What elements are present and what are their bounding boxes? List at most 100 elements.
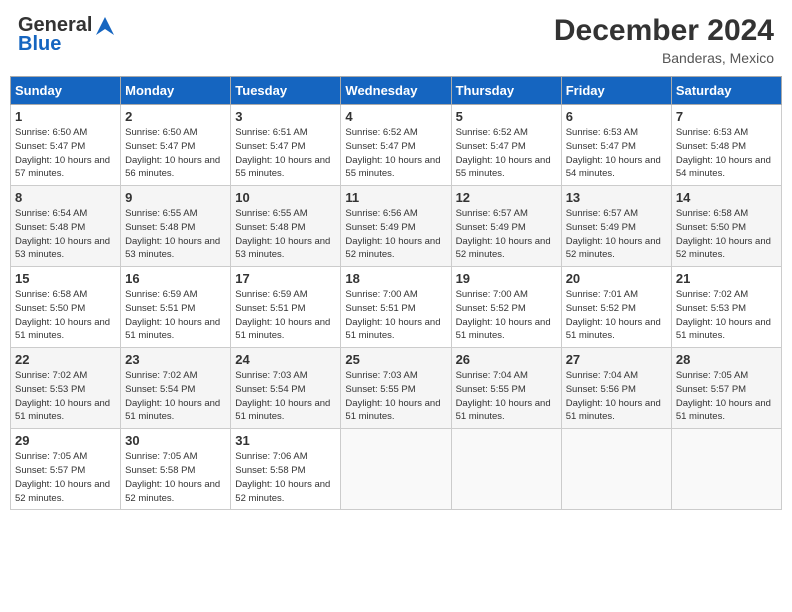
day-info: Sunrise: 6:59 AMSunset: 5:51 PMDaylight:… bbox=[235, 288, 336, 343]
day-number: 15 bbox=[15, 271, 116, 286]
calendar-header-row: Sunday Monday Tuesday Wednesday Thursday… bbox=[11, 77, 782, 105]
day-info: Sunrise: 7:02 AMSunset: 5:54 PMDaylight:… bbox=[125, 369, 226, 424]
calendar-week-row: 1 Sunrise: 6:50 AMSunset: 5:47 PMDaylight… bbox=[11, 105, 782, 186]
calendar-day-cell: 31 Sunrise: 7:06 AMSunset: 5:58 PMDayligh… bbox=[231, 429, 341, 510]
calendar-day-cell: 2 Sunrise: 6:50 AMSunset: 5:47 PMDaylight… bbox=[121, 105, 231, 186]
calendar-day-cell: 25 Sunrise: 7:03 AMSunset: 5:55 PMDayligh… bbox=[341, 348, 451, 429]
calendar-day-cell: 14Sunrise: 6:58 AMSunset: 5:50 PMDayligh… bbox=[671, 186, 781, 267]
logo: General Blue bbox=[18, 14, 116, 56]
day-number: 18 bbox=[345, 271, 446, 286]
col-monday: Monday bbox=[121, 77, 231, 105]
day-info: Sunrise: 7:00 AMSunset: 5:52 PMDaylight:… bbox=[456, 288, 557, 343]
page-header: General Blue December 2024 Banderas, Mex… bbox=[10, 10, 782, 70]
calendar-day-cell: 24 Sunrise: 7:03 AMSunset: 5:54 PMDayligh… bbox=[231, 348, 341, 429]
day-info: Sunrise: 7:04 AMSunset: 5:55 PMDaylight:… bbox=[456, 369, 557, 424]
col-tuesday: Tuesday bbox=[231, 77, 341, 105]
col-sunday: Sunday bbox=[11, 77, 121, 105]
day-info: Sunrise: 7:04 AMSunset: 5:56 PMDaylight:… bbox=[566, 369, 667, 424]
day-number: 19 bbox=[456, 271, 557, 286]
day-number: 28 bbox=[676, 352, 777, 367]
day-number: 8 bbox=[15, 190, 116, 205]
day-number: 27 bbox=[566, 352, 667, 367]
calendar-day-cell: 12Sunrise: 6:57 AMSunset: 5:49 PMDayligh… bbox=[451, 186, 561, 267]
day-info: Sunrise: 6:56 AMSunset: 5:49 PMDaylight:… bbox=[345, 207, 446, 262]
day-number: 13 bbox=[566, 190, 667, 205]
day-number: 10 bbox=[235, 190, 336, 205]
calendar-week-row: 15 Sunrise: 6:58 AMSunset: 5:50 PMDayligh… bbox=[11, 267, 782, 348]
day-info: Sunrise: 7:01 AMSunset: 5:52 PMDaylight:… bbox=[566, 288, 667, 343]
day-number: 24 bbox=[235, 352, 336, 367]
day-number: 7 bbox=[676, 109, 777, 124]
day-info: Sunrise: 6:58 AMSunset: 5:50 PMDaylight:… bbox=[676, 207, 777, 262]
calendar-day-cell: 17Sunrise: 6:59 AMSunset: 5:51 PMDayligh… bbox=[231, 267, 341, 348]
logo-blue: Blue bbox=[18, 33, 61, 56]
title-block: December 2024 Banderas, Mexico bbox=[554, 14, 774, 66]
day-info: Sunrise: 6:57 AMSunset: 5:49 PMDaylight:… bbox=[566, 207, 667, 262]
calendar-week-row: 8Sunrise: 6:54 AMSunset: 5:48 PMDaylight… bbox=[11, 186, 782, 267]
day-number: 30 bbox=[125, 433, 226, 448]
calendar-day-cell: 10Sunrise: 6:55 AMSunset: 5:48 PMDayligh… bbox=[231, 186, 341, 267]
day-number: 3 bbox=[235, 109, 336, 124]
calendar-week-row: 29Sunrise: 7:05 AMSunset: 5:57 PMDayligh… bbox=[11, 429, 782, 510]
day-info: Sunrise: 6:50 AMSunset: 5:47 PMDaylight:… bbox=[125, 126, 226, 181]
calendar-day-cell: 30Sunrise: 7:05 AMSunset: 5:58 PMDayligh… bbox=[121, 429, 231, 510]
calendar-empty-cell bbox=[451, 429, 561, 510]
day-info: Sunrise: 7:03 AMSunset: 5:55 PMDaylight:… bbox=[345, 369, 446, 424]
calendar-week-row: 22Sunrise: 7:02 AMSunset: 5:53 PMDayligh… bbox=[11, 348, 782, 429]
day-info: Sunrise: 7:05 AMSunset: 5:57 PMDaylight:… bbox=[15, 450, 116, 505]
day-info: Sunrise: 6:50 AMSunset: 5:47 PMDaylight:… bbox=[15, 126, 116, 181]
calendar-day-cell: 15 Sunrise: 6:58 AMSunset: 5:50 PMDayligh… bbox=[11, 267, 121, 348]
day-number: 6 bbox=[566, 109, 667, 124]
calendar-day-cell: 7 Sunrise: 6:53 AMSunset: 5:48 PMDaylight… bbox=[671, 105, 781, 186]
col-friday: Friday bbox=[561, 77, 671, 105]
day-info: Sunrise: 6:57 AMSunset: 5:49 PMDaylight:… bbox=[456, 207, 557, 262]
day-info: Sunrise: 6:52 AMSunset: 5:47 PMDaylight:… bbox=[456, 126, 557, 181]
calendar-day-cell: 19 Sunrise: 7:00 AMSunset: 5:52 PMDayligh… bbox=[451, 267, 561, 348]
calendar-day-cell: 4 Sunrise: 6:52 AMSunset: 5:47 PMDaylight… bbox=[341, 105, 451, 186]
col-wednesday: Wednesday bbox=[341, 77, 451, 105]
calendar-table: Sunday Monday Tuesday Wednesday Thursday… bbox=[10, 76, 782, 510]
day-info: Sunrise: 7:02 AMSunset: 5:53 PMDaylight:… bbox=[676, 288, 777, 343]
day-number: 4 bbox=[345, 109, 446, 124]
calendar-day-cell: 18 Sunrise: 7:00 AMSunset: 5:51 PMDayligh… bbox=[341, 267, 451, 348]
day-info: Sunrise: 6:52 AMSunset: 5:47 PMDaylight:… bbox=[345, 126, 446, 181]
day-info: Sunrise: 6:58 AMSunset: 5:50 PMDaylight:… bbox=[15, 288, 116, 343]
col-saturday: Saturday bbox=[671, 77, 781, 105]
calendar-day-cell: 20 Sunrise: 7:01 AMSunset: 5:52 PMDayligh… bbox=[561, 267, 671, 348]
day-info: Sunrise: 7:00 AMSunset: 5:51 PMDaylight:… bbox=[345, 288, 446, 343]
day-info: Sunrise: 6:53 AMSunset: 5:48 PMDaylight:… bbox=[676, 126, 777, 181]
calendar-day-cell: 8Sunrise: 6:54 AMSunset: 5:48 PMDaylight… bbox=[11, 186, 121, 267]
calendar-day-cell: 22Sunrise: 7:02 AMSunset: 5:53 PMDayligh… bbox=[11, 348, 121, 429]
calendar-day-cell: 6 Sunrise: 6:53 AMSunset: 5:47 PMDaylight… bbox=[561, 105, 671, 186]
calendar-day-cell: 26Sunrise: 7:04 AMSunset: 5:55 PMDayligh… bbox=[451, 348, 561, 429]
month-title: December 2024 bbox=[554, 14, 774, 48]
day-info: Sunrise: 7:06 AMSunset: 5:58 PMDaylight:… bbox=[235, 450, 336, 505]
day-info: Sunrise: 6:53 AMSunset: 5:47 PMDaylight:… bbox=[566, 126, 667, 181]
day-number: 9 bbox=[125, 190, 226, 205]
day-info: Sunrise: 6:51 AMSunset: 5:47 PMDaylight:… bbox=[235, 126, 336, 181]
logo-icon bbox=[94, 17, 116, 35]
day-number: 1 bbox=[15, 109, 116, 124]
day-info: Sunrise: 6:59 AMSunset: 5:51 PMDaylight:… bbox=[125, 288, 226, 343]
day-number: 25 bbox=[345, 352, 446, 367]
calendar-day-cell: 29Sunrise: 7:05 AMSunset: 5:57 PMDayligh… bbox=[11, 429, 121, 510]
day-info: Sunrise: 7:05 AMSunset: 5:57 PMDaylight:… bbox=[676, 369, 777, 424]
day-number: 16 bbox=[125, 271, 226, 286]
location: Banderas, Mexico bbox=[554, 50, 774, 66]
day-number: 2 bbox=[125, 109, 226, 124]
day-number: 31 bbox=[235, 433, 336, 448]
calendar-day-cell: 27 Sunrise: 7:04 AMSunset: 5:56 PMDayligh… bbox=[561, 348, 671, 429]
calendar-day-cell: 5Sunrise: 6:52 AMSunset: 5:47 PMDaylight… bbox=[451, 105, 561, 186]
col-thursday: Thursday bbox=[451, 77, 561, 105]
day-info: Sunrise: 7:02 AMSunset: 5:53 PMDaylight:… bbox=[15, 369, 116, 424]
calendar-day-cell: 13 Sunrise: 6:57 AMSunset: 5:49 PMDayligh… bbox=[561, 186, 671, 267]
day-number: 20 bbox=[566, 271, 667, 286]
calendar-day-cell: 11Sunrise: 6:56 AMSunset: 5:49 PMDayligh… bbox=[341, 186, 451, 267]
calendar-empty-cell bbox=[671, 429, 781, 510]
calendar-day-cell: 23 Sunrise: 7:02 AMSunset: 5:54 PMDayligh… bbox=[121, 348, 231, 429]
calendar-day-cell: 1 Sunrise: 6:50 AMSunset: 5:47 PMDaylight… bbox=[11, 105, 121, 186]
day-info: Sunrise: 7:03 AMSunset: 5:54 PMDaylight:… bbox=[235, 369, 336, 424]
day-number: 23 bbox=[125, 352, 226, 367]
calendar-day-cell: 16 Sunrise: 6:59 AMSunset: 5:51 PMDayligh… bbox=[121, 267, 231, 348]
day-number: 21 bbox=[676, 271, 777, 286]
